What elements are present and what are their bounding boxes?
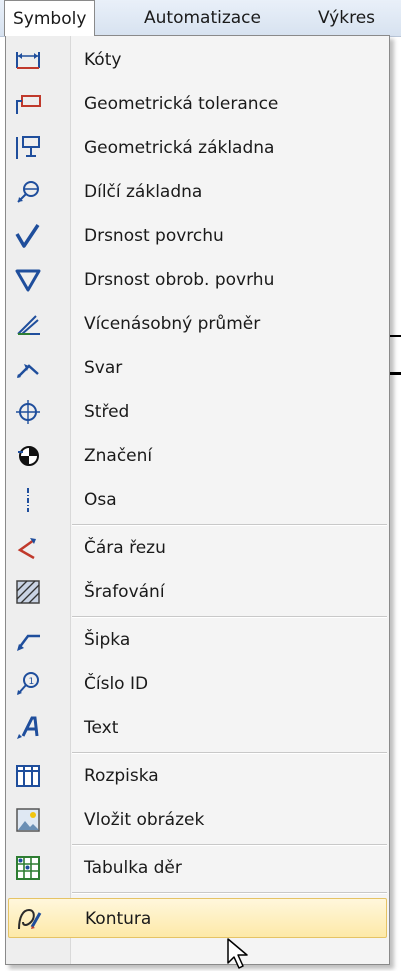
menu-item-svar[interactable]: Svar	[8, 348, 387, 388]
section-line-icon	[14, 534, 42, 562]
svg-text:1: 1	[29, 677, 35, 687]
machined-roughness-icon	[14, 266, 42, 294]
menu-item-znaceni[interactable]: Značení	[8, 436, 387, 476]
menu-item-label: Vícenásobný průměr	[84, 314, 261, 334]
menu-item-drsnost-povrchu[interactable]: Drsnost povrchu	[8, 216, 387, 256]
menu-item-dilci-zakladna[interactable]: Dílčí základna	[8, 172, 387, 212]
menu-item-label: Svar	[84, 358, 123, 378]
menu-vykres[interactable]: Výkres	[310, 0, 383, 36]
contour-icon	[15, 905, 43, 933]
menu-item-vlozit-obrazek[interactable]: Vložit obrázek	[8, 800, 387, 840]
menu-item-srafovani[interactable]: Šrafování	[8, 572, 387, 612]
menu-item-label: Šipka	[84, 630, 131, 650]
menu-item-label: Geometrická základna	[84, 138, 275, 158]
menu-item-label: Čára řezu	[84, 538, 166, 558]
menu-separator	[72, 845, 387, 846]
menu-item-label: Tabulka děr	[84, 858, 182, 878]
bill-of-materials-icon	[14, 762, 42, 790]
menu-item-sipka[interactable]: Šipka	[8, 620, 387, 660]
dimension-icon	[14, 46, 42, 74]
insert-image-icon	[14, 806, 42, 834]
menu-bar: Symboly Automatizace Výkres	[0, 0, 401, 37]
menu-separator	[72, 525, 387, 526]
symboly-dropdown-menu: Kóty Geometrická tolerance Geometrická z…	[5, 35, 390, 965]
arrow-icon	[14, 626, 42, 654]
menu-item-label: Rozpiska	[84, 766, 159, 786]
menu-symboly[interactable]: Symboly	[4, 0, 96, 36]
menu-item-drsnost-obrob-povrhu[interactable]: Drsnost obrob. povrhu	[8, 260, 387, 300]
menu-item-label: Text	[84, 718, 119, 738]
menu-separator	[72, 753, 387, 754]
menu-item-text[interactable]: Text	[8, 708, 387, 748]
menu-item-label: Drsnost obrob. povrhu	[84, 270, 275, 290]
menu-item-kontura[interactable]: Kontura	[8, 898, 387, 938]
menu-item-cara-rezu[interactable]: Čára řezu	[8, 528, 387, 568]
menu-item-label: Drsnost povrchu	[84, 226, 224, 246]
menu-separator	[72, 893, 387, 894]
menu-item-geometricka-tolerance[interactable]: Geometrická tolerance	[8, 84, 387, 124]
menu-item-label: Osa	[84, 490, 117, 510]
geometric-tolerance-icon	[14, 90, 42, 118]
mouse-cursor-icon	[227, 938, 248, 969]
axis-icon	[14, 486, 42, 514]
menu-item-label: Značení	[84, 446, 153, 466]
datum-target-icon	[14, 178, 42, 206]
menu-item-label: Geometrická tolerance	[84, 94, 279, 114]
menu-item-osa[interactable]: Osa	[8, 480, 387, 520]
menu-item-geometricka-zakladna[interactable]: Geometrická základna	[8, 128, 387, 168]
center-mark-icon	[14, 398, 42, 426]
weld-icon	[14, 354, 42, 382]
datum-icon	[14, 134, 42, 162]
menu-item-label: Číslo ID	[84, 674, 149, 694]
menu-item-label: Kóty	[84, 50, 122, 70]
menu-automatizace[interactable]: Automatizace	[136, 0, 269, 36]
menu-item-label: Dílčí základna	[84, 182, 203, 202]
menu-separator	[72, 617, 387, 618]
menu-item-koty[interactable]: Kóty	[8, 40, 387, 80]
menu-item-label: Střed	[84, 402, 130, 422]
balloon-id-icon: 1	[14, 670, 42, 698]
multiple-diameter-icon	[14, 310, 42, 338]
menu-item-stred[interactable]: Střed	[8, 392, 387, 432]
menu-item-tabulka-der[interactable]: Tabulka děr	[8, 848, 387, 888]
menu-item-label: Vložit obrázek	[84, 810, 205, 830]
menu-item-rozpiska[interactable]: Rozpiska	[8, 756, 387, 796]
menu-item-vicenasobny-prumer[interactable]: Vícenásobný průměr	[8, 304, 387, 344]
marking-icon	[14, 442, 42, 470]
hole-table-icon	[14, 854, 42, 882]
menu-item-label: Kontura	[85, 909, 152, 929]
text-icon	[14, 714, 42, 742]
hatching-icon	[14, 578, 42, 606]
menu-item-cislo-id[interactable]: 1 Číslo ID	[8, 664, 387, 704]
surface-roughness-icon	[14, 222, 42, 250]
menu-item-label: Šrafování	[84, 582, 165, 602]
